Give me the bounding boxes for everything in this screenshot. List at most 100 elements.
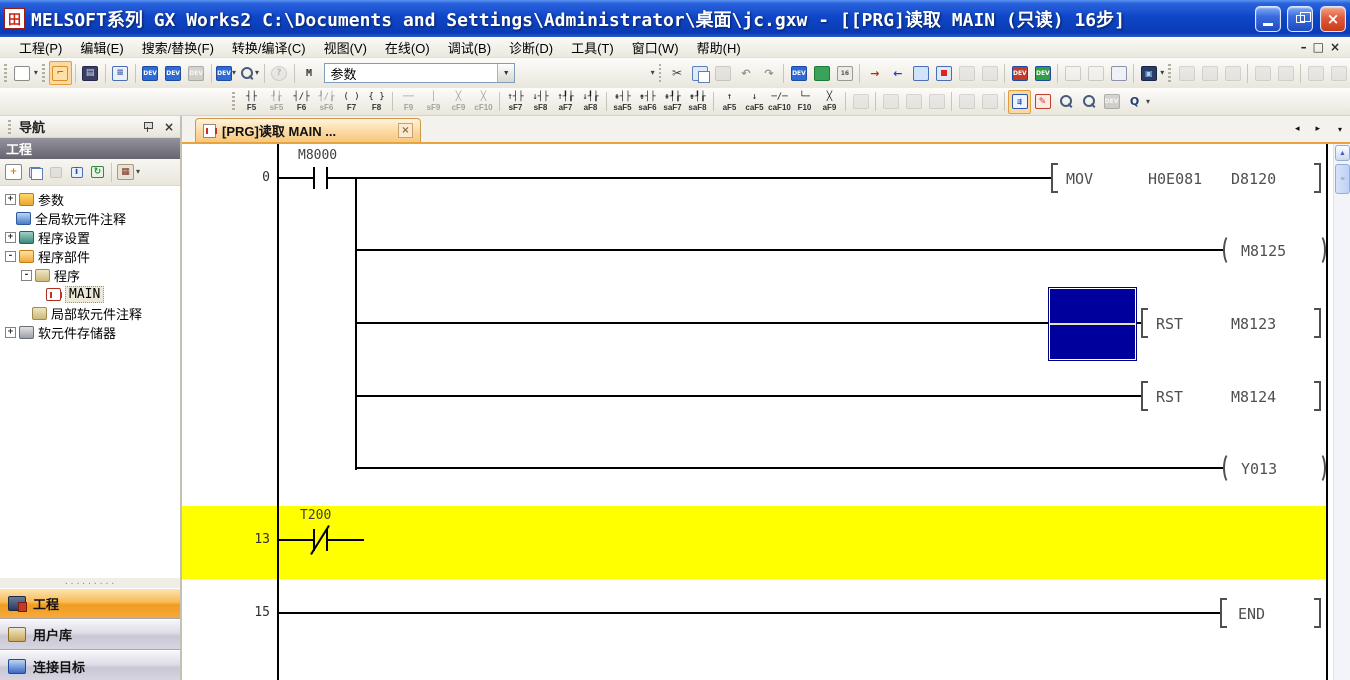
tree-item-device-memory[interactable]: + 软元件存储器	[0, 323, 180, 342]
key-or-falling-pulse[interactable]: ↓┦┟aF8	[578, 89, 603, 114]
tab-scroll-right-button[interactable]: ▸	[1315, 123, 1320, 134]
tree-item-local-comment[interactable]: 局部软元件注释	[0, 304, 180, 323]
watch-window-button[interactable]: ≡	[109, 61, 132, 85]
toolbar-grip[interactable]	[4, 64, 7, 83]
menu-project[interactable]: 工程(P)	[10, 37, 71, 58]
key-invert-result[interactable]: ─/─caF10	[767, 89, 792, 114]
toolbar-grip[interactable]	[42, 64, 45, 83]
nav-button-connection[interactable]: 连接目标	[0, 650, 180, 680]
expand-icon[interactable]: +	[5, 327, 16, 338]
key-falling-pulse[interactable]: ↓┤├sF8	[528, 89, 553, 114]
zoom-button[interactable]: Q	[1123, 90, 1146, 114]
device-comment-edit-button[interactable]: DEV	[787, 61, 810, 85]
app-icon[interactable]: 田	[4, 8, 25, 29]
monitor-stop-button[interactable]	[932, 61, 955, 85]
toolbar-grip[interactable]	[659, 64, 662, 83]
toolbar-overflow-chevron[interactable]: ▾	[1160, 69, 1164, 77]
menu-find-replace[interactable]: 搜索/替换(F)	[133, 37, 223, 58]
mdi-close-button[interactable]: ×	[1330, 40, 1340, 54]
monitor-screen-button[interactable]	[810, 61, 833, 85]
device-test-off-button[interactable]: DEV	[1008, 61, 1031, 85]
menu-debug[interactable]: 调试(B)	[439, 37, 500, 58]
collapse-icon[interactable]: -	[21, 270, 32, 281]
window-arrange-button[interactable]	[1107, 61, 1130, 85]
vertical-scrollbar[interactable]: ▲ ≡	[1333, 144, 1350, 680]
search-target-combobox[interactable]: 参数 ▼	[324, 63, 515, 83]
toolbar-overflow-chevron[interactable]: ▾	[1146, 98, 1150, 106]
tree-item-program-setting[interactable]: + 程序设置	[0, 228, 180, 247]
tab-menu-button[interactable]: ▾	[1338, 125, 1342, 134]
cut-button[interactable]: ✂	[665, 61, 688, 85]
tree-item-parameter[interactable]: + 参数	[0, 190, 180, 209]
device-batch-monitor-button[interactable]: DEV	[162, 61, 185, 85]
toolbar-grip[interactable]	[232, 92, 235, 111]
refresh-button[interactable]: ↻	[89, 164, 106, 180]
key-draw-line[interactable]: └─F10	[792, 89, 817, 114]
mdi-restore-button[interactable]: □	[1313, 40, 1324, 54]
tree-item-global-comment[interactable]: 全局软元件注释	[0, 209, 180, 228]
property-button[interactable]: i	[68, 164, 85, 180]
panel-grip[interactable]	[8, 120, 11, 134]
menu-tool[interactable]: 工具(T)	[562, 37, 623, 58]
write-to-plc-button[interactable]: →	[863, 61, 886, 85]
monitor-watch-button[interactable]	[1054, 90, 1077, 114]
menu-convert-compile[interactable]: 转换/编译(C)	[223, 37, 315, 58]
restore-button[interactable]	[1287, 6, 1313, 32]
monitor-start-button[interactable]	[909, 61, 932, 85]
remote-operation-button[interactable]: ▣	[1137, 61, 1160, 85]
tab-main-program[interactable]: [PRG]读取 MAIN ... ×	[195, 118, 421, 142]
device-display-button[interactable]: DEV▾	[215, 61, 238, 85]
key-convert-operation[interactable]: ↓caF5	[742, 89, 767, 114]
monitor-register-button[interactable]	[1077, 90, 1100, 114]
sort-dropdown-chevron[interactable]: ▾	[136, 168, 140, 176]
collapse-icon[interactable]: -	[5, 251, 16, 262]
nav-button-project[interactable]: 工程	[0, 588, 180, 619]
copy-item-button[interactable]	[26, 164, 43, 180]
key-rising-pulse-close[interactable]: ⇞┤├saF5	[610, 89, 635, 114]
key-closed-contact[interactable]: ┤/├F6	[289, 89, 314, 114]
device-test-on-button[interactable]: DEV	[1031, 61, 1054, 85]
tab-close-button[interactable]: ×	[398, 123, 413, 138]
key-application-instruction[interactable]: { }F8	[364, 89, 389, 114]
new-project-button[interactable]	[11, 61, 34, 85]
scrollbar-thumb[interactable]: ≡	[1335, 164, 1350, 194]
key-delete-line[interactable]: ╳aF9	[817, 89, 842, 114]
key-or-rising-pulse-close[interactable]: ⇞┦┟saF7	[660, 89, 685, 114]
new-item-button[interactable]: +	[5, 164, 22, 180]
close-button[interactable]: ×	[1320, 6, 1346, 32]
combobox-dropdown-button[interactable]: ▼	[497, 64, 514, 82]
toolbar-grip[interactable]	[1168, 64, 1171, 83]
tab-scroll-left-button[interactable]: ◂	[1295, 123, 1300, 134]
monitor-write-mode-button[interactable]: ✎	[1031, 90, 1054, 114]
menu-diagnostics[interactable]: 诊断(D)	[500, 37, 562, 58]
toolbar-overflow-chevron[interactable]: ▾	[651, 69, 655, 77]
menu-edit[interactable]: 编辑(E)	[71, 37, 132, 58]
menu-help[interactable]: 帮助(H)	[688, 37, 750, 58]
minimize-button[interactable]	[1255, 6, 1281, 32]
scroll-up-button[interactable]: ▲	[1335, 145, 1350, 161]
key-falling-pulse-close[interactable]: ⇟┤├saF6	[635, 89, 660, 114]
key-coil[interactable]: ( )F7	[339, 89, 364, 114]
menu-online[interactable]: 在线(O)	[376, 37, 439, 58]
menu-view[interactable]: 视图(V)	[315, 37, 376, 58]
sort-button[interactable]: ▦	[117, 164, 134, 180]
key-open-contact[interactable]: ┤├F5	[239, 89, 264, 114]
cross-reference-button[interactable]: M	[297, 61, 320, 85]
key-or-rising-pulse[interactable]: ↑┦┟aF7	[553, 89, 578, 114]
device-comment-search-button[interactable]: DEV	[139, 61, 162, 85]
ladder-canvas[interactable]: 0 M8000 MOV H0E081 D8120 M8125 RST M8123…	[182, 144, 1350, 680]
navigation-window-toggle[interactable]: ⌐	[49, 61, 72, 85]
copy-button[interactable]	[688, 61, 711, 85]
hex-display-button[interactable]: 16	[833, 61, 856, 85]
tree-item-program[interactable]: - 程序	[0, 266, 180, 285]
menu-window[interactable]: 窗口(W)	[623, 37, 688, 58]
key-or-falling-pulse-close[interactable]: ⇟┦┟saF8	[685, 89, 710, 114]
tree-item-main[interactable]: MAIN	[0, 285, 180, 304]
toolbar-overflow-chevron[interactable]: ▾	[34, 69, 38, 77]
plc-module-button[interactable]: ▤	[79, 61, 102, 85]
pin-icon[interactable]	[143, 122, 152, 131]
key-rising-pulse[interactable]: ↑┤├sF7	[503, 89, 528, 114]
key-invert-operation[interactable]: ↑aF5	[717, 89, 742, 114]
expand-icon[interactable]: +	[5, 194, 16, 205]
mdi-minimize-button[interactable]: –	[1301, 40, 1307, 54]
